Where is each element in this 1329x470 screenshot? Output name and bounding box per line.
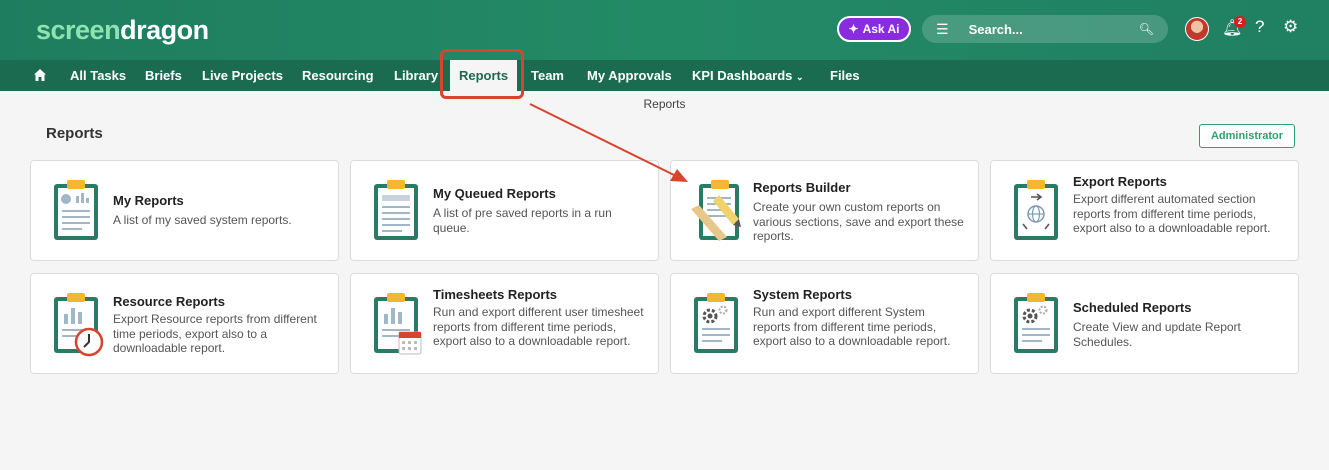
clipboard-list-icon — [371, 179, 423, 241]
card-title: Timesheets Reports — [433, 287, 558, 302]
card-export-reports[interactable]: Export Reports Export different automate… — [990, 160, 1299, 261]
nav-library[interactable]: Library — [394, 60, 438, 91]
card-my-queued-reports[interactable]: My Queued Reports A list of pre saved re… — [350, 160, 659, 261]
sparkle-icon: ✦ — [848, 22, 859, 36]
clipboard-calendar-icon — [371, 292, 423, 355]
card-title: Export Reports — [1073, 174, 1167, 189]
administrator-button[interactable]: Administrator — [1199, 124, 1295, 148]
card-description: Create your own custom reports on variou… — [753, 200, 964, 243]
card-description: Create View and update Report Schedules. — [1073, 320, 1241, 349]
nav-my-approvals[interactable]: My Approvals — [587, 60, 672, 91]
card-title: Scheduled Reports — [1073, 300, 1192, 315]
help-icon[interactable]: ? — [1255, 17, 1264, 37]
home-icon[interactable] — [33, 68, 49, 84]
card-resource-reports[interactable]: Resource Reports Export Resource reports… — [30, 273, 339, 374]
card-reports-builder[interactable]: Reports Builder Create your own custom r… — [670, 160, 979, 261]
nav-live-projects[interactable]: Live Projects — [202, 60, 283, 91]
clipboard-globe-icon — [1011, 179, 1063, 241]
ask-ai-button[interactable]: ✦ Ask Ai — [837, 16, 911, 42]
card-title: My Reports — [113, 193, 184, 208]
card-timesheets-reports[interactable]: Timesheets Reports Run and export differ… — [350, 273, 659, 374]
annotation-highlight-box — [440, 49, 524, 99]
clipboard-pencil-icon — [691, 179, 743, 241]
logo[interactable]: screendragon — [36, 15, 209, 46]
page-title: Reports — [46, 125, 103, 142]
card-scheduled-reports[interactable]: Scheduled Reports Create View and update… — [990, 273, 1299, 374]
nav-all-tasks[interactable]: All Tasks — [70, 60, 126, 91]
card-description: Run and export different System reports … — [753, 305, 951, 348]
card-description: Export Resource reports from different t… — [113, 312, 317, 355]
top-bar: screendragon ✦ Ask Ai ☰ Search... 🔍︎ 🔔︎ 2… — [0, 0, 1329, 60]
nav-resourcing[interactable]: Resourcing — [302, 60, 374, 91]
card-description: Run and export different user timesheet … — [433, 305, 644, 348]
nav-kpi-dashboards[interactable]: KPI Dashboards ⌄ — [692, 60, 804, 91]
breadcrumb: Reports — [643, 97, 686, 111]
card-description: A list of my saved system reports. — [113, 213, 292, 227]
gear-icon[interactable]: ⚙ — [1283, 17, 1298, 37]
clipboard-chart-icon — [51, 179, 103, 241]
clipboard-gear-icon — [691, 292, 743, 354]
card-description: A list of pre saved reports in a run que… — [433, 206, 612, 235]
clipboard-clock-icon — [51, 292, 104, 357]
card-system-reports[interactable]: System Reports Run and export different … — [670, 273, 979, 374]
chevron-down-icon: ⌄ — [796, 72, 804, 82]
card-title: My Queued Reports — [433, 186, 556, 201]
nav-team[interactable]: Team — [531, 60, 564, 91]
avatar[interactable] — [1185, 17, 1209, 41]
search-icon[interactable]: 🔍︎ — [1139, 22, 1154, 36]
card-title: Resource Reports — [113, 294, 225, 309]
card-my-reports[interactable]: My Reports A list of my saved system rep… — [30, 160, 339, 261]
card-description: Export different automated section repor… — [1073, 192, 1271, 235]
nav-files[interactable]: Files — [830, 60, 860, 91]
main-nav: All Tasks Briefs Live Projects Resourcin… — [0, 60, 1329, 91]
nav-briefs[interactable]: Briefs — [145, 60, 182, 91]
menu-icon[interactable]: ☰ — [936, 21, 949, 38]
card-title: System Reports — [753, 287, 852, 302]
clipboard-gear-icon — [1011, 292, 1063, 354]
card-title: Reports Builder — [753, 180, 851, 195]
notification-badge: 2 — [1234, 16, 1246, 28]
search-input[interactable]: ☰ Search... 🔍︎ — [922, 15, 1168, 43]
